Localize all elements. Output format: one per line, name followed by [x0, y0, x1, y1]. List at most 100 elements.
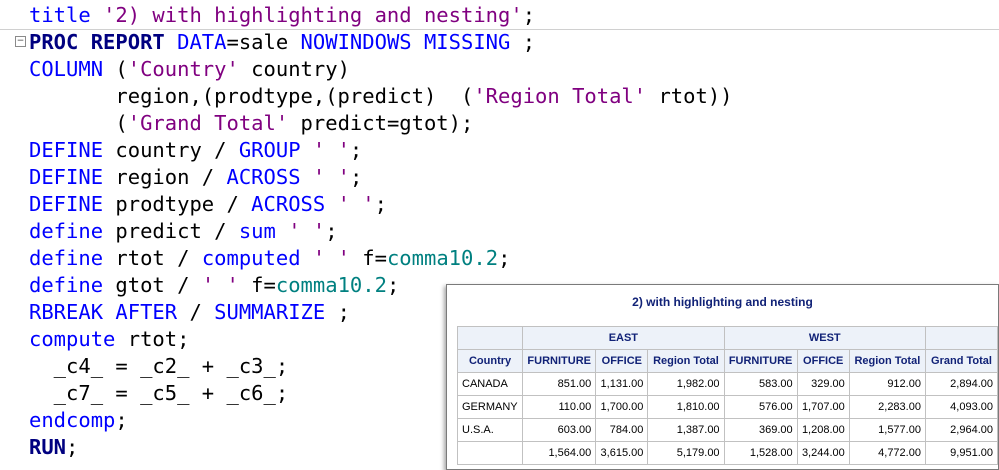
value-cell: 1,208.00	[796, 418, 850, 442]
code-token: DEFINE	[29, 138, 116, 162]
code-line[interactable]: ('Grand Total' predict=gtot);	[0, 110, 999, 137]
value-cell: 3,244.00	[796, 441, 850, 465]
minus-box-icon[interactable]: −	[15, 36, 26, 47]
code-line[interactable]: define predict / sum ' ';	[0, 218, 999, 245]
value-cell: 1,982.00	[647, 372, 725, 396]
column-header: Country	[456, 349, 524, 373]
code-token: rtot /	[115, 246, 202, 270]
code-token: RBREAK AFTER	[29, 300, 190, 324]
code-token: SUMMARIZE	[214, 300, 338, 324]
value-cell: 329.00	[796, 372, 850, 396]
value-cell: 2,283.00	[848, 395, 926, 419]
code-line-text: PROC REPORT DATA=sale NOWINDOWS MISSING …	[29, 29, 535, 56]
header-row-columns: Country FURNITURE OFFICE Region Total FURNIT…	[456, 349, 999, 373]
table-row: CANADA 851.00 1,131.00 1,982.00 583.00 329.00…	[456, 372, 999, 396]
report-output-panel: 2) with highlighting and nesting EAST WE…	[446, 284, 999, 470]
column-header: OFFICE	[595, 349, 649, 373]
value-cell: 369.00	[723, 418, 798, 442]
code-token: DEFINE	[29, 165, 116, 189]
code-token: define	[29, 246, 116, 270]
code-token: NOWINDOWS MISSING	[300, 30, 523, 54]
code-line-text: define gtot / ' ' f=comma10.2;	[29, 272, 399, 299]
value-cell: 583.00	[723, 372, 798, 396]
code-token: predict /	[115, 219, 239, 243]
value-cell: 110.00	[522, 395, 597, 419]
code-token: computed	[201, 246, 313, 270]
report-table: EAST WEST Country FURNITURE OFFICE Region T…	[456, 326, 999, 465]
code-token: ' '	[201, 273, 239, 297]
code-token: sum	[238, 219, 289, 243]
value-cell: 1,564.00	[522, 441, 597, 465]
row-label-cell: U.S.A.	[456, 418, 524, 442]
code-line-text: define predict / sum ' ';	[29, 218, 338, 245]
code-line[interactable]: COLUMN ('Country' country)	[0, 56, 999, 83]
value-cell: 1,707.00	[796, 395, 850, 419]
code-token: gtot /	[115, 273, 202, 297]
code-line-text: endcomp;	[29, 407, 128, 434]
code-token: region,(prodtype,(predict) (	[29, 84, 474, 108]
code-token: compute	[29, 327, 128, 351]
code-token: DATA	[177, 30, 227, 54]
code-token: ACROSS	[251, 192, 338, 216]
code-line[interactable]: DEFINE region / ACROSS ' ';	[0, 164, 999, 191]
code-token: (	[29, 111, 128, 135]
value-cell: 1,700.00	[595, 395, 649, 419]
value-cell: 603.00	[522, 418, 597, 442]
code-line-text: DEFINE region / ACROSS ' ';	[29, 164, 362, 191]
code-token: title	[29, 3, 104, 27]
code-token: =sale	[226, 30, 301, 54]
code-token: ' '	[312, 138, 350, 162]
value-cell: 912.00	[848, 372, 926, 396]
code-token: f=	[238, 273, 276, 297]
value-cell: 9,951.00	[924, 441, 999, 465]
code-line[interactable]: define rtot / computed ' ' f=comma10.2;	[0, 245, 999, 272]
code-line[interactable]: region,(prodtype,(predict) ('Region Tota…	[0, 83, 999, 110]
code-token: region /	[115, 165, 227, 189]
code-token: ;	[374, 192, 387, 216]
code-line-text: define rtot / computed ' ' f=comma10.2;	[29, 245, 510, 272]
column-header: Region Total	[647, 349, 725, 373]
code-line[interactable]: DEFINE country / GROUP ' ';	[0, 137, 999, 164]
code-token: ;	[349, 165, 363, 189]
code-token: DEFINE	[29, 192, 116, 216]
value-cell: 851.00	[522, 372, 597, 396]
code-token: ;	[325, 219, 338, 243]
code-line[interactable]: − PROC REPORT DATA=sale NOWINDOWS MISSING…	[0, 29, 999, 56]
header-blank-cell	[924, 326, 999, 350]
code-token: country)	[238, 57, 350, 81]
column-header: OFFICE	[796, 349, 850, 373]
value-cell: 1,131.00	[595, 372, 649, 396]
code-token: ;	[498, 246, 511, 270]
code-token: ;	[115, 408, 128, 432]
code-token: ;	[386, 273, 400, 297]
row-label-cell: GERMANY	[456, 395, 524, 419]
code-token: COLUMN	[29, 57, 116, 81]
code-token: ;	[349, 138, 363, 162]
code-line[interactable]: DEFINE prodtype / ACROSS ' ';	[0, 191, 999, 218]
code-line[interactable]: title '2) with highlighting and nesting'…	[0, 2, 999, 30]
code-token: ;	[522, 30, 536, 54]
code-token: endcomp	[29, 408, 116, 432]
code-line-text: _c7_ = _c5_ + _c6_;	[29, 380, 289, 407]
code-token: /	[189, 300, 215, 324]
value-cell: 4,093.00	[924, 395, 999, 419]
code-token: 'Region Total'	[473, 84, 647, 108]
header-west: WEST	[723, 326, 926, 350]
value-cell: 1,577.00	[848, 418, 926, 442]
code-token: GROUP	[238, 138, 313, 162]
code-token: RUN	[29, 435, 67, 459]
code-token: country /	[115, 138, 239, 162]
code-line-text: ('Grand Total' predict=gtot);	[29, 110, 473, 137]
value-cell: 784.00	[595, 418, 649, 442]
code-token: '2) with highlighting and nesting'	[103, 3, 523, 27]
row-label-cell: CANADA	[456, 372, 524, 396]
column-header: Grand Total	[924, 349, 999, 373]
code-token: ACROSS	[226, 165, 313, 189]
table-row: GERMANY 110.00 1,700.00 1,810.00 576.00 1,707…	[456, 395, 999, 419]
value-cell: 576.00	[723, 395, 798, 419]
code-token: PROC REPORT	[29, 30, 178, 54]
code-token: rtot;	[127, 327, 190, 351]
value-cell: 2,964.00	[924, 418, 999, 442]
column-header: FURNITURE	[522, 349, 597, 373]
header-row-regions: EAST WEST	[456, 326, 999, 350]
